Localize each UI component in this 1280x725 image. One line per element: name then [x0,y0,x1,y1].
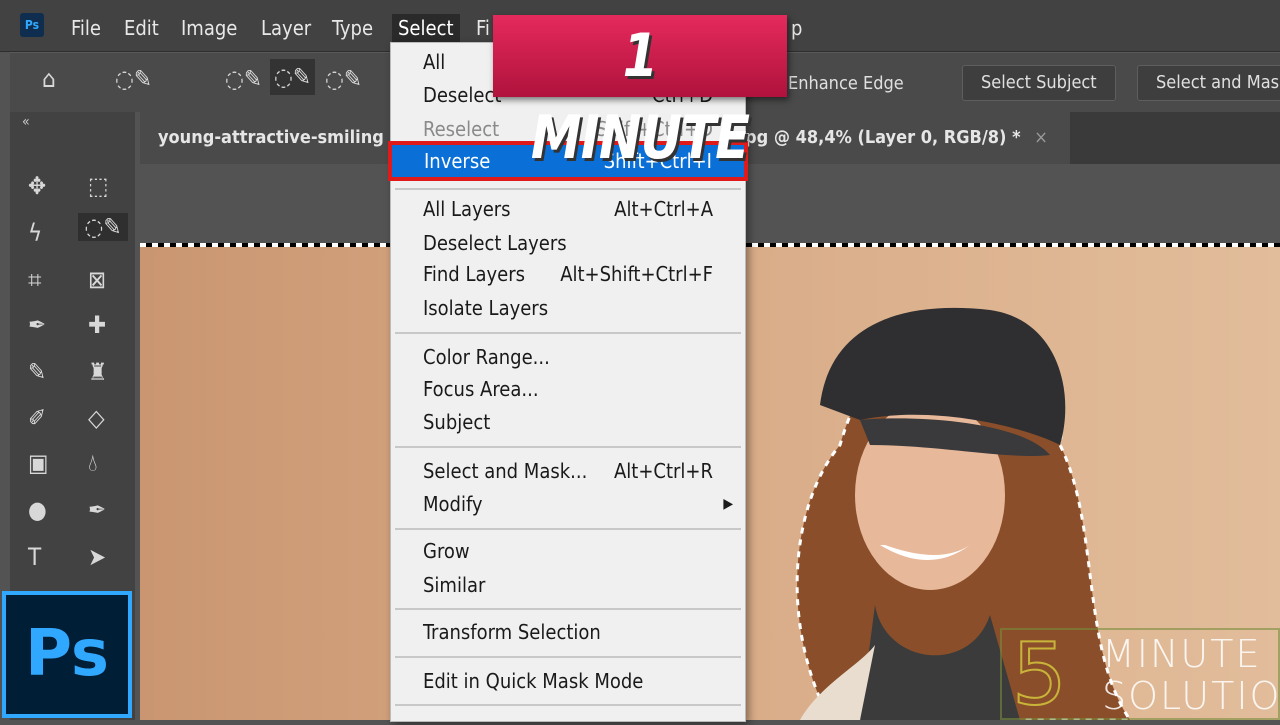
menu-select[interactable]: Select [392,14,460,42]
collapse-icon[interactable]: « [22,114,30,130]
enhance-edge-checkbox[interactable]: Enhance Edge [788,73,904,94]
banner-text: 1 MINUTE [530,21,750,173]
lasso-tool-icon[interactable]: ϟ [28,219,42,247]
photoshop-big-logo: Ps [2,591,132,718]
menu-item-modify[interactable]: Modify ▶ [391,488,745,520]
gradient-tool-icon[interactable]: ▣ [28,449,48,477]
menu-file[interactable]: File [65,14,107,42]
path-selection-icon[interactable]: ➤ [88,543,106,571]
menu-item-deselect-layers[interactable]: Deselect Layers [391,227,745,259]
dodge-tool-icon[interactable]: ● [28,496,47,524]
frame-tool-icon[interactable]: ⊠ [88,266,106,294]
quick-selection-icon[interactable]: ◌✎ [115,65,152,93]
five-minute-solution-watermark: 5 MINUTE SOLUTION [1000,625,1280,725]
type-tool-icon[interactable]: T [28,543,41,571]
menu-layer[interactable]: Layer [255,14,317,42]
menu-item-find-layers[interactable]: Find Layers Alt+Shift+Ctrl+F [391,258,745,290]
menu-type[interactable]: Type [326,14,379,42]
pen-tool-icon[interactable]: ✒ [88,496,106,524]
watermark-line2: SOLUTION [1102,674,1280,718]
menu-item-select-and-mask[interactable]: Select and Mask... Alt+Ctrl+R [391,455,745,487]
subtract-selection-icon[interactable]: ◌✎ [325,65,362,93]
menu-separator [395,704,741,706]
eyedropper-tool-icon[interactable]: ✒ [28,311,46,339]
document-tab-title[interactable]: pg @ 48,4% (Layer 0, RGB/8) * × [745,112,1070,164]
menu-item-isolate-layers[interactable]: Isolate Layers [391,292,745,324]
quick-selection-tool-icon[interactable]: ◌✎ [78,213,128,241]
menu-separator [395,656,741,658]
menu-separator [395,188,741,190]
move-tool-icon[interactable]: ✥ [28,172,46,200]
history-brush-icon[interactable]: ✐ [28,404,46,432]
menu-item-focus-area[interactable]: Focus Area... [391,373,745,405]
home-icon[interactable]: ⌂ [42,65,56,93]
photoshop-logo: Ps [20,13,44,37]
select-and-mask-button[interactable]: Select and Mas [1137,65,1280,101]
add-to-selection-icon[interactable]: ◌✎ [270,59,315,95]
menu-separator [395,528,741,530]
menu-item-similar[interactable]: Similar [391,569,745,601]
menu-separator [395,608,741,610]
menu-item-transform-selection[interactable]: Transform Selection [391,616,745,648]
one-minute-banner: 1 MINUTE [493,15,787,173]
menu-separator [395,446,741,448]
crop-tool-icon[interactable]: ⌗ [28,266,42,294]
menu-item-subject[interactable]: Subject [391,406,745,438]
brush-tool-icon[interactable]: ✎ [28,358,46,386]
menu-item-color-range[interactable]: Color Range... [391,341,745,373]
menu-item-grow[interactable]: Grow [391,535,745,567]
menu-help[interactable]: p [785,14,808,42]
menu-separator [395,332,741,334]
watermark-line1: MINUTE [1102,632,1262,676]
healing-brush-icon[interactable]: ✚ [88,311,106,339]
stamp-tool-icon[interactable]: ♜ [88,358,107,386]
document-tab[interactable]: young-attractive-smiling [140,112,390,164]
watermark-number: 5 [1011,625,1068,725]
select-subject-button[interactable]: Select Subject [962,65,1116,101]
eraser-tool-icon[interactable]: ◇ [88,404,105,432]
marquee-tool-icon[interactable]: ⬚ [88,172,108,200]
tab-title: pg @ 48,4% (Layer 0, RGB/8) * [745,127,1021,148]
menu-edit[interactable]: Edit [118,14,165,42]
submenu-arrow-icon: ▶ [723,496,733,512]
menu-item-quick-mask[interactable]: Edit in Quick Mask Mode [391,665,745,697]
blur-tool-icon[interactable]: 💧︎ [88,449,98,477]
menu-image[interactable]: Image [175,14,243,42]
menu-item-all-layers[interactable]: All Layers Alt+Ctrl+A [391,193,745,225]
close-tab-icon[interactable]: × [1034,127,1048,148]
new-selection-icon[interactable]: ◌✎ [225,65,262,93]
